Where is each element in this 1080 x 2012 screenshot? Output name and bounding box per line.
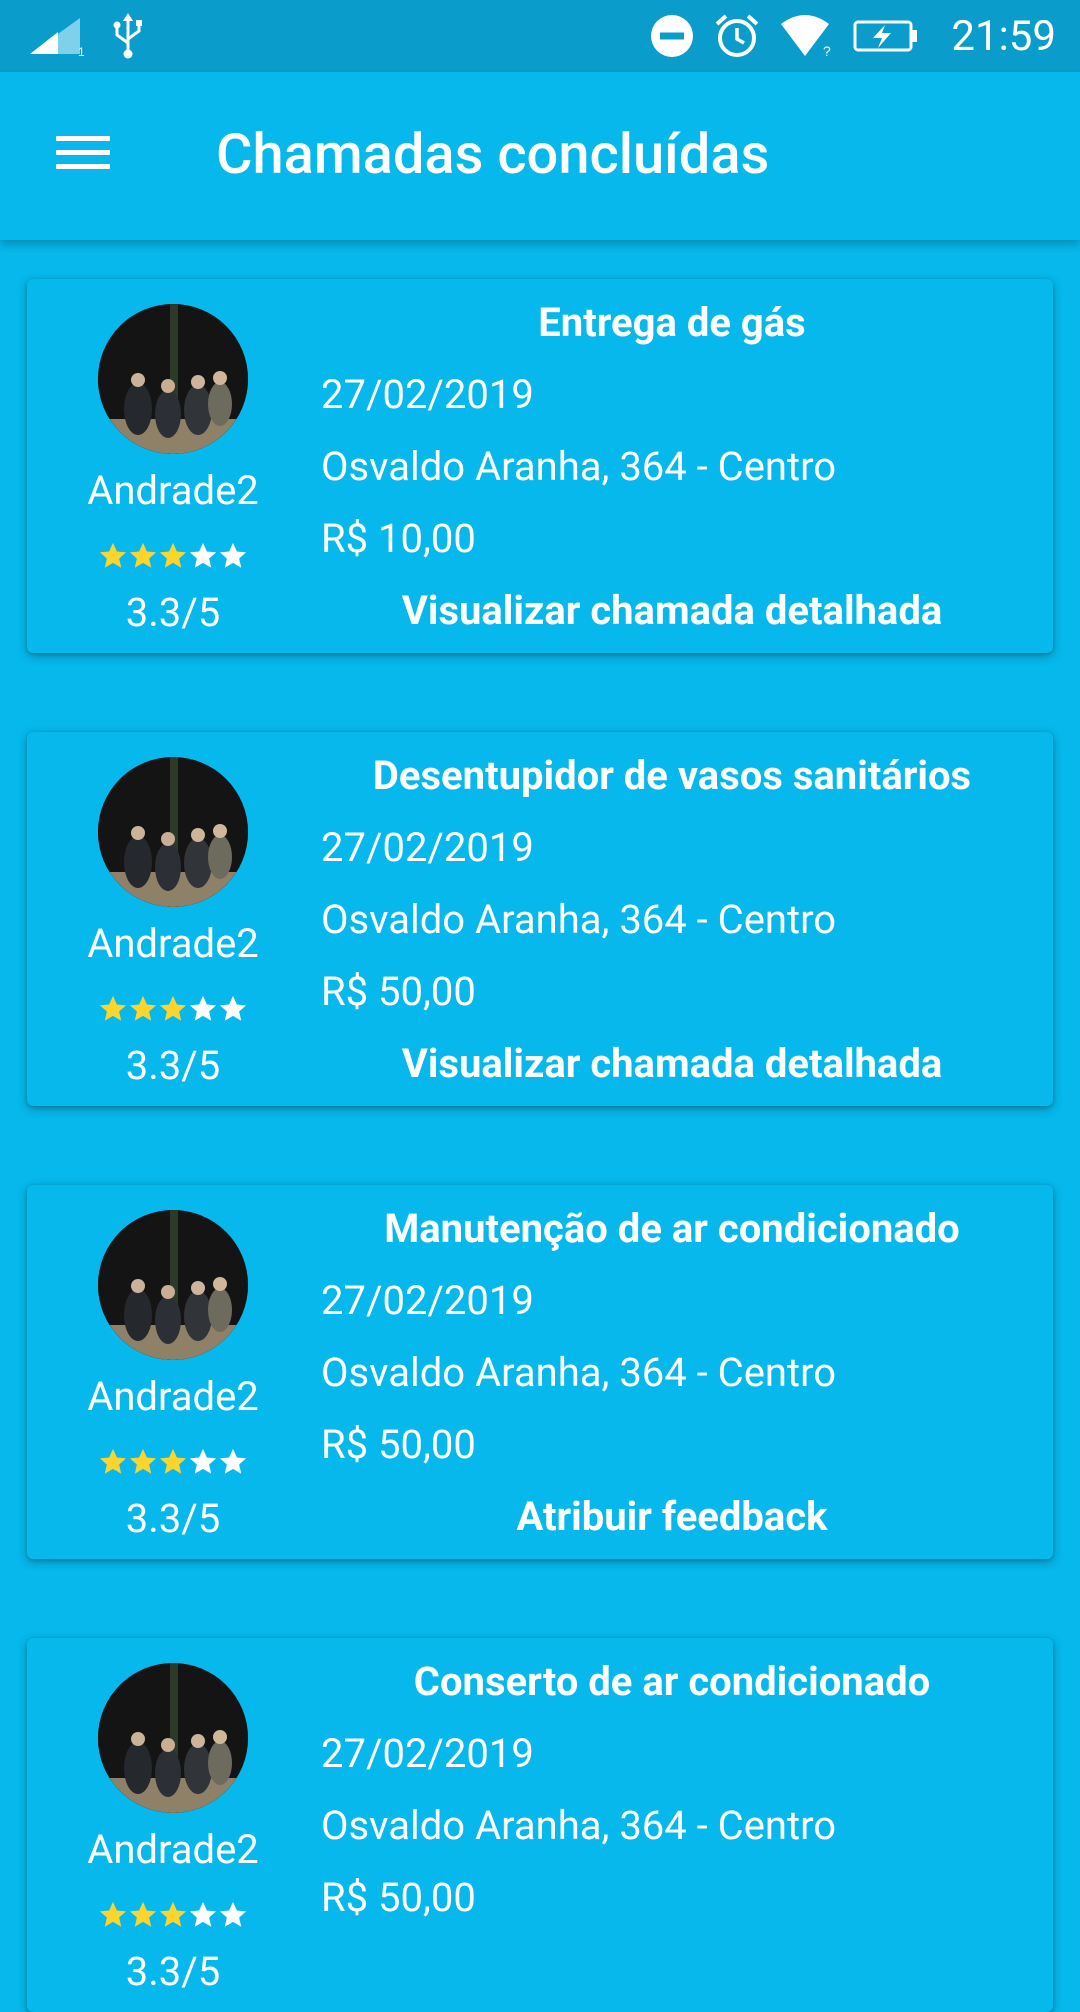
service-title: Conserto de ar condicionado	[413, 1658, 931, 1705]
rating-stars	[98, 1900, 248, 1934]
view-details-button[interactable]: Visualizar chamada detalhada	[312, 1040, 1032, 1087]
call-price: R$ 50,00	[321, 968, 476, 1015]
call-date: 27/02/2019	[321, 824, 534, 871]
call-card: Andrade2 3.3/5 Manutenção de ar condicio…	[27, 1185, 1053, 1559]
star-empty-icon	[189, 542, 217, 568]
rating-stars	[98, 994, 248, 1028]
star-filled-icon	[99, 995, 127, 1021]
call-date: 27/02/2019	[321, 1277, 534, 1324]
rating-stars	[98, 1447, 248, 1481]
star-filled-icon	[99, 542, 127, 568]
service-title: Entrega de gás	[538, 299, 806, 346]
menu-button[interactable]	[48, 128, 114, 180]
star-filled-icon	[159, 1448, 187, 1474]
wifi-icon: ?	[781, 15, 831, 58]
user-name: Andrade2	[87, 467, 259, 514]
status-bar: 1 ? 21:59	[0, 0, 1080, 72]
avatar	[98, 757, 248, 907]
star-empty-icon	[189, 1901, 217, 1927]
call-card: Andrade2 3.3/5 Conserto de ar condiciona…	[27, 1638, 1053, 2012]
battery-charging-icon	[853, 20, 918, 52]
clock-time: 21:59	[951, 11, 1056, 61]
call-date: 27/02/2019	[321, 1730, 534, 1777]
avatar	[98, 304, 248, 454]
avatar	[98, 1663, 248, 1813]
star-filled-icon	[159, 1901, 187, 1927]
rating-score: 3.3/5	[125, 1042, 221, 1089]
call-address: Osvaldo Aranha, 364 - Centro	[321, 443, 837, 490]
rating-score: 3.3/5	[125, 1948, 221, 1995]
avatar	[98, 1210, 248, 1360]
call-address: Osvaldo Aranha, 364 - Centro	[321, 896, 837, 943]
star-filled-icon	[129, 542, 157, 568]
page-title: Chamadas concluídas	[216, 121, 770, 187]
rating-score: 3.3/5	[125, 589, 221, 636]
star-empty-icon	[219, 995, 247, 1021]
star-filled-icon	[159, 542, 187, 568]
star-empty-icon	[189, 1448, 217, 1474]
signal-icon: 1	[30, 18, 85, 56]
star-filled-icon	[129, 995, 157, 1021]
usb-icon	[113, 13, 142, 59]
app-bar: Chamadas concluídas	[0, 72, 1080, 240]
star-empty-icon	[219, 542, 247, 568]
star-filled-icon	[129, 1901, 157, 1927]
view-details-button[interactable]: Visualizar chamada detalhada	[312, 587, 1032, 634]
call-address: Osvaldo Aranha, 364 - Centro	[321, 1802, 837, 1849]
svg-text:1: 1	[78, 45, 85, 56]
rating-score: 3.3/5	[125, 1495, 221, 1542]
call-price: R$ 10,00	[321, 515, 476, 562]
star-filled-icon	[99, 1448, 127, 1474]
user-name: Andrade2	[87, 1373, 259, 1420]
svg-text:?: ?	[823, 43, 831, 58]
star-empty-icon	[189, 995, 217, 1021]
call-address: Osvaldo Aranha, 364 - Centro	[321, 1349, 837, 1396]
call-price: R$ 50,00	[321, 1874, 476, 1921]
star-empty-icon	[219, 1448, 247, 1474]
do-not-disturb-icon	[651, 15, 694, 57]
rating-stars	[98, 541, 248, 575]
service-title: Desentupidor de vasos sanitários	[372, 752, 972, 799]
service-title: Manutenção de ar condicionado	[384, 1205, 960, 1252]
give-feedback-button[interactable]: Atribuir feedback	[312, 1493, 1032, 1540]
alarm-icon	[716, 14, 759, 57]
call-date: 27/02/2019	[321, 371, 534, 418]
call-price: R$ 50,00	[321, 1421, 476, 1468]
star-empty-icon	[219, 1901, 247, 1927]
call-card: Andrade2 3.3/5 Entrega de gás 27/02/2019…	[27, 279, 1053, 653]
call-card: Andrade2 3.3/5 Desentupidor de vasos san…	[27, 732, 1053, 1106]
star-filled-icon	[129, 1448, 157, 1474]
star-filled-icon	[159, 995, 187, 1021]
user-name: Andrade2	[87, 920, 259, 967]
user-name: Andrade2	[87, 1826, 259, 1873]
star-filled-icon	[99, 1901, 127, 1927]
